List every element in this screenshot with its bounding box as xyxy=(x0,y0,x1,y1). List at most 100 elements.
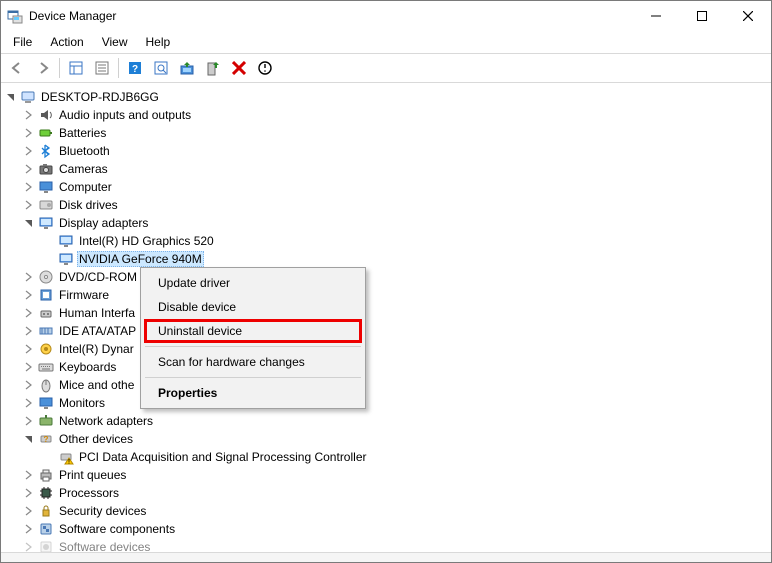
window-title: Device Manager xyxy=(29,9,633,23)
menu-file[interactable]: File xyxy=(5,33,40,51)
print-icon xyxy=(37,467,55,483)
svg-text:?: ? xyxy=(44,435,49,444)
tree-category-swdev[interactable]: Software devices xyxy=(1,538,771,552)
tree-label: Disk drives xyxy=(57,198,120,212)
expand-chevron-icon[interactable] xyxy=(21,197,37,213)
tree-category-security[interactable]: Security devices xyxy=(1,502,771,520)
tree-item-nvidia[interactable]: NVIDIA GeForce 940M xyxy=(1,250,771,268)
expand-chevron-icon[interactable] xyxy=(21,485,37,501)
expand-chevron-icon[interactable] xyxy=(21,377,37,393)
device-tree[interactable]: DESKTOP-RDJB6GG Audio inputs and outputs B… xyxy=(1,84,771,552)
content-area: DESKTOP-RDJB6GG Audio inputs and outputs B… xyxy=(1,83,771,552)
tree-category-mice[interactable]: Mice and othe xyxy=(1,376,771,394)
tree-item-pci[interactable]: !PCI Data Acquisition and Signal Process… xyxy=(1,448,771,466)
expand-chevron-icon[interactable] xyxy=(21,413,37,429)
pci-icon: ! xyxy=(57,449,75,465)
tree-category-other[interactable]: ? Other devices xyxy=(1,430,771,448)
mice-icon xyxy=(37,377,55,393)
expand-chevron-icon[interactable] xyxy=(21,467,37,483)
tree-category-disk[interactable]: Disk drives xyxy=(1,196,771,214)
tree-category-bluetooth[interactable]: Bluetooth xyxy=(1,142,771,160)
expand-chevron-icon[interactable] xyxy=(21,503,37,519)
expand-chevron-icon[interactable] xyxy=(21,431,37,447)
tree-label: IDE ATA/ATAP xyxy=(57,324,138,338)
close-button[interactable] xyxy=(725,1,771,31)
expand-chevron-icon[interactable] xyxy=(3,89,19,105)
tree-label: Keyboards xyxy=(57,360,118,374)
tree-category-batteries[interactable]: Batteries xyxy=(1,124,771,142)
app-icon xyxy=(7,8,23,24)
scan-hardware-button[interactable] xyxy=(149,56,173,80)
tree-category-network[interactable]: Network adapters xyxy=(1,412,771,430)
tree-item-intel[interactable]: Intel(R) HD Graphics 520 xyxy=(1,232,771,250)
expand-chevron-icon[interactable] xyxy=(21,125,37,141)
ctx-properties[interactable]: Properties xyxy=(144,381,362,405)
tree-label: Firmware xyxy=(57,288,111,302)
dynamic-icon xyxy=(37,341,55,357)
expand-chevron-icon[interactable] xyxy=(21,143,37,159)
tree-category-hid[interactable]: Human Interfa xyxy=(1,304,771,322)
menu-help[interactable]: Help xyxy=(138,33,179,51)
swcomp-icon xyxy=(37,521,55,537)
ctx-uninstall-device[interactable]: Uninstall device xyxy=(144,319,362,343)
ctx-disable-device[interactable]: Disable device xyxy=(144,295,362,319)
menu-action[interactable]: Action xyxy=(42,33,91,51)
tree-label: Print queues xyxy=(57,468,128,482)
disable-device-button[interactable] xyxy=(253,56,277,80)
processors-icon xyxy=(37,485,55,501)
tree-root[interactable]: DESKTOP-RDJB6GG xyxy=(1,88,771,106)
properties-button[interactable] xyxy=(90,56,114,80)
ctx-scan-hardware[interactable]: Scan for hardware changes xyxy=(144,350,362,374)
uninstall-device-button[interactable] xyxy=(227,56,251,80)
expand-chevron-icon[interactable] xyxy=(21,323,37,339)
tree-category-ide[interactable]: IDE ATA/ATAP xyxy=(1,322,771,340)
expand-chevron-icon[interactable] xyxy=(21,161,37,177)
batteries-icon xyxy=(37,125,55,141)
maximize-button[interactable] xyxy=(679,1,725,31)
bluetooth-icon xyxy=(37,143,55,159)
enable-device-button[interactable] xyxy=(201,56,225,80)
tree-category-audio[interactable]: Audio inputs and outputs xyxy=(1,106,771,124)
expand-chevron-icon[interactable] xyxy=(21,359,37,375)
tree-category-monitors[interactable]: Monitors xyxy=(1,394,771,412)
tree-category-computer[interactable]: Computer xyxy=(1,178,771,196)
tree-label: Audio inputs and outputs xyxy=(57,108,193,122)
expand-chevron-icon[interactable] xyxy=(21,269,37,285)
computer-icon xyxy=(37,179,55,195)
expand-chevron-icon[interactable] xyxy=(21,107,37,123)
tree-label: Human Interfa xyxy=(57,306,137,320)
expand-chevron-icon[interactable] xyxy=(21,179,37,195)
tree-label: DVD/CD-ROM xyxy=(57,270,139,284)
ctx-update-driver[interactable]: Update driver xyxy=(144,271,362,295)
tree-label: Intel(R) HD Graphics 520 xyxy=(77,234,216,248)
security-icon xyxy=(37,503,55,519)
tree-label: Bluetooth xyxy=(57,144,112,158)
tree-category-dynamic[interactable]: Intel(R) Dynar xyxy=(1,340,771,358)
expand-chevron-icon[interactable] xyxy=(21,521,37,537)
tree-category-dvd[interactable]: DVD/CD-ROM xyxy=(1,268,771,286)
tree-category-firmware[interactable]: Firmware xyxy=(1,286,771,304)
tree-label: Monitors xyxy=(57,396,107,410)
tree-label: NVIDIA GeForce 940M xyxy=(77,251,204,267)
expand-chevron-icon[interactable] xyxy=(21,215,37,231)
show-hide-tree-button[interactable] xyxy=(64,56,88,80)
update-driver-button[interactable] xyxy=(175,56,199,80)
expand-chevron-icon[interactable] xyxy=(21,305,37,321)
menu-view[interactable]: View xyxy=(94,33,136,51)
expand-chevron-icon[interactable] xyxy=(21,395,37,411)
tree-category-cameras[interactable]: Cameras xyxy=(1,160,771,178)
minimize-button[interactable] xyxy=(633,1,679,31)
tree-label: Other devices xyxy=(57,432,135,446)
help-button[interactable]: ? xyxy=(123,56,147,80)
forward-button[interactable] xyxy=(31,56,55,80)
tree-category-keyboards[interactable]: Keyboards xyxy=(1,358,771,376)
tree-category-swcomp[interactable]: Software components xyxy=(1,520,771,538)
tree-category-processors[interactable]: Processors xyxy=(1,484,771,502)
expand-chevron-icon[interactable] xyxy=(21,539,37,552)
tree-category-print[interactable]: Print queues xyxy=(1,466,771,484)
tree-category-display[interactable]: Display adapters xyxy=(1,214,771,232)
expand-chevron-icon[interactable] xyxy=(21,341,37,357)
cameras-icon xyxy=(37,161,55,177)
back-button[interactable] xyxy=(5,56,29,80)
expand-chevron-icon[interactable] xyxy=(21,287,37,303)
